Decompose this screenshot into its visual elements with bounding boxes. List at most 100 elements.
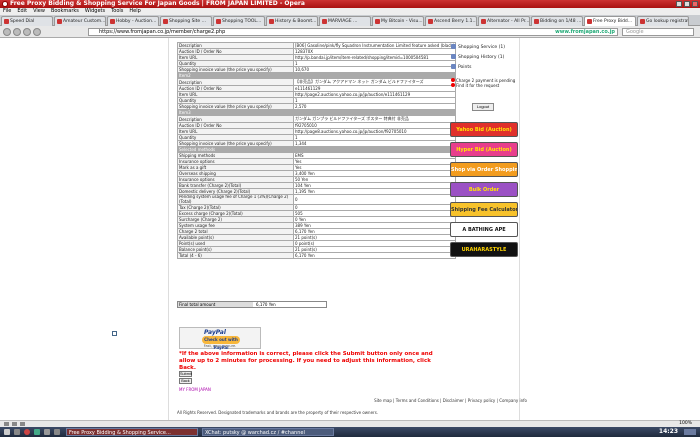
clock: 14:23 <box>658 428 678 435</box>
service-banner[interactable]: URAHARASTYLE <box>450 242 518 257</box>
footer-link[interactable]: Site map <box>374 398 392 403</box>
favicon-icon <box>640 19 645 24</box>
table-row: Description ガンダム ガンプラ ビルドファイターズ ポスター 特典付 … <box>177 115 457 123</box>
tab-label: MARVIAGE ... <box>328 19 358 24</box>
row-label: Description <box>177 78 294 86</box>
footer-link[interactable]: Terms and Conditions <box>396 398 439 403</box>
tab-7[interactable]: My Bitcoin - Visu... <box>372 16 424 26</box>
final-total-value: 6,170 Yen <box>256 302 276 307</box>
service-banner[interactable]: Shipping Fee Calculator <box>450 202 518 217</box>
payment-notice: Charge 2 payment is pending Find it for … <box>451 78 521 88</box>
download-icon[interactable] <box>12 422 17 426</box>
favicon-icon <box>57 19 62 24</box>
row-value: 【非売品】ガンダム アクアドマン ネット ガンダム ビルドファイターズ <box>292 78 457 86</box>
tab-3[interactable]: Shopping Site ... <box>160 16 212 26</box>
back-nav-icon[interactable] <box>3 28 11 36</box>
service-banner[interactable]: A BATHING APE <box>450 222 518 237</box>
sidebar-link[interactable]: Points <box>451 64 472 70</box>
footer-link[interactable]: Disclaimer <box>443 398 464 403</box>
reload-icon[interactable] <box>23 28 31 36</box>
files-launcher-icon[interactable] <box>54 429 60 435</box>
back-button[interactable]: Back <box>179 378 192 384</box>
menu-widgets[interactable]: Widgets <box>85 8 105 14</box>
search-field[interactable]: Google <box>622 28 694 36</box>
member-sidebar: Shopping Service (1) Shopping History (1)… <box>448 38 521 257</box>
tab-1[interactable]: Amateur Custom... <box>54 16 106 26</box>
paypal-subtext: Fast, easy, secure. <box>203 344 237 348</box>
site-badge: www.fromjapan.co.jp <box>555 29 615 35</box>
row-label: Pending system usage fee of Charge 1 (3%… <box>177 194 294 205</box>
url-field[interactable]: https://www.fromjapan.co.jp/member/charg… <box>88 28 618 36</box>
tab-4[interactable]: Shopping TOOL... <box>213 16 265 26</box>
terminal-launcher-icon[interactable] <box>44 429 50 435</box>
sidebar-link[interactable]: Shopping History (1) <box>451 54 504 60</box>
notice-action[interactable]: Find it for the request <box>456 83 499 88</box>
sidebar-toggle-icon[interactable] <box>112 331 117 336</box>
maximize-button[interactable] <box>684 1 690 7</box>
tab-label: Speed Dial <box>10 19 35 24</box>
footer-link[interactable]: Privacy policy <box>468 398 496 403</box>
order-table: Description [B06] Gasoline/pink/fly Squad… <box>177 42 457 259</box>
tab-label: Shopping Site ... <box>169 19 206 24</box>
tab-label: History & Boomt... <box>275 19 317 24</box>
footer-links: Site map | Terms and Conditions | Discla… <box>367 398 527 403</box>
row-value: ガンダム ガンプラ ビルドファイターズ ポスター 特典付 非売品 <box>292 115 457 123</box>
tab-6[interactable]: MARVIAGE ... <box>319 16 371 26</box>
show-desktop-icon[interactable] <box>14 429 20 435</box>
paypal-checkout[interactable]: PayPal Check out with PayPal Fast, easy,… <box>179 327 261 350</box>
favicon-icon <box>216 19 221 24</box>
panel-icon[interactable] <box>4 422 9 426</box>
irc-launcher-icon[interactable] <box>34 429 40 435</box>
favicon-icon <box>481 19 486 24</box>
menu-help[interactable]: Help <box>129 8 140 14</box>
tab-10[interactable]: Bidding on 1/48 ... <box>531 16 583 26</box>
menu-edit[interactable]: Edit <box>17 8 27 14</box>
tab-2[interactable]: Hobby - Auction... <box>107 16 159 26</box>
tab-label: Shopping TOOL... <box>222 19 262 24</box>
row-label: Description <box>177 115 294 123</box>
close-button[interactable] <box>692 1 698 7</box>
alert-icon <box>451 83 455 87</box>
minimize-button[interactable] <box>676 1 682 7</box>
menu-file[interactable]: File <box>3 8 11 14</box>
home-icon[interactable] <box>33 28 41 36</box>
tab-8[interactable]: Ascend Berry 1.1... <box>425 16 477 26</box>
service-banner[interactable]: Hyper Bid (Auction) <box>450 142 518 157</box>
tab-11[interactable]: Free Proxy Bidd... <box>584 16 636 26</box>
opera-launcher-icon[interactable] <box>24 429 30 435</box>
tray-icon[interactable] <box>684 429 696 435</box>
menu-bookmarks[interactable]: Bookmarks <box>51 8 79 14</box>
start-menu-icon[interactable] <box>4 429 10 435</box>
sidebar-link[interactable]: Shopping Service (1) <box>451 44 505 50</box>
footer-link[interactable]: Company info <box>499 398 527 403</box>
table-row: Total (4 - 6) 6,170 Yen <box>177 252 457 259</box>
tab-label: Hobby - Auction... <box>116 19 157 24</box>
tab-9[interactable]: Alternator - All Pr... <box>478 16 530 26</box>
menu-tools[interactable]: Tools <box>111 8 123 14</box>
paypal-checkout-button[interactable]: Check out with PayPal <box>202 336 240 350</box>
my-from-japan-link[interactable]: MY FROM JAPAN <box>179 387 211 392</box>
tab-label: Alternator - All Pr... <box>487 19 530 24</box>
taskbar-window[interactable]: Free Proxy Bidding & Shopping Service... <box>66 428 198 436</box>
service-banner[interactable]: Yahoo Bid (Auction) <box>450 122 518 137</box>
tab-0[interactable]: Speed Dial <box>1 16 53 26</box>
favicon-icon <box>163 19 168 24</box>
taskbar-window[interactable]: XChat: putsky @ warchad.cz / #channel <box>202 428 334 436</box>
row-label: Total (4 - 6) <box>177 252 294 259</box>
forward-nav-icon[interactable] <box>13 28 21 36</box>
unite-icon[interactable] <box>20 422 25 426</box>
tab-label: Free Proxy Bidd... <box>593 19 633 24</box>
tab-5[interactable]: History & Boomt... <box>266 16 318 26</box>
favicon-icon <box>4 19 9 24</box>
row-value: 6,170 Yen <box>292 252 457 259</box>
logout-button[interactable]: Logout <box>472 103 494 111</box>
menu-view[interactable]: View <box>33 8 45 14</box>
service-banner[interactable]: Bulk Order <box>450 182 518 197</box>
tab-12[interactable]: Go lookup registration... <box>637 16 689 26</box>
favicon-icon <box>428 19 433 24</box>
favicon-icon <box>375 19 380 24</box>
service-banner[interactable]: Shop via Order Shopping <box>450 162 518 177</box>
favicon-icon <box>534 19 539 24</box>
sidebar-link-label: Points <box>458 65 472 70</box>
submit-button[interactable]: Submit <box>179 371 192 377</box>
